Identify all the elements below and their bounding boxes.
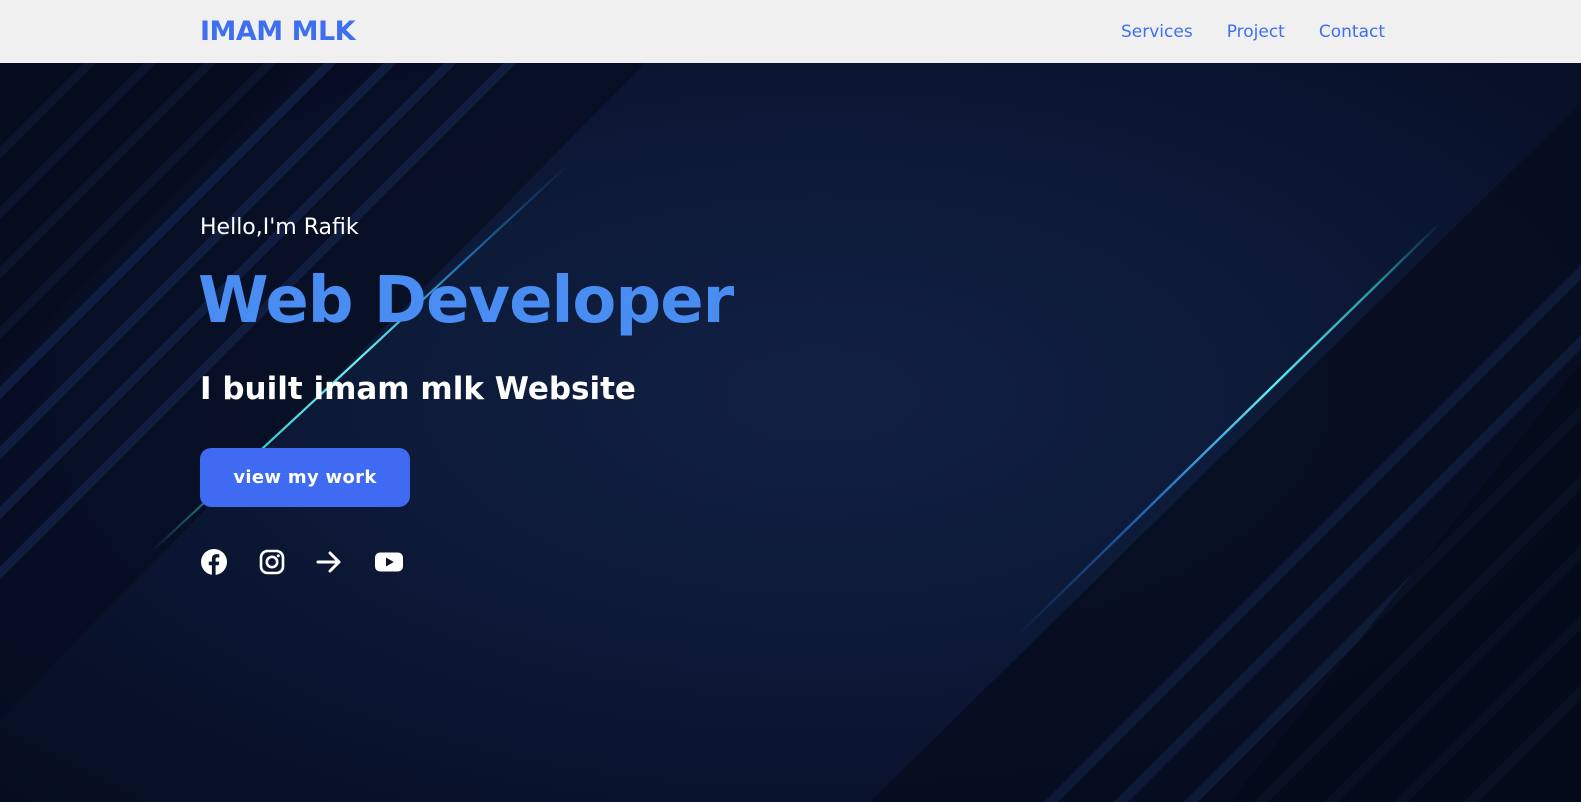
nav-link-project[interactable]: Project	[1227, 22, 1285, 42]
nav-link-services[interactable]: Services	[1121, 22, 1193, 42]
hero-content: Hello,I'm Rafik Web Developer I built im…	[198, 63, 900, 802]
hero-section: Hello,I'm Rafik Web Developer I built im…	[0, 63, 1581, 802]
navbar: IMAM MLK Services Project Contact	[0, 0, 1581, 63]
youtube-icon[interactable]	[374, 547, 404, 577]
hero-tagline: I built imam mlk Website	[200, 371, 636, 407]
site-logo[interactable]: IMAM MLK	[200, 16, 356, 47]
arrow-right-icon[interactable]	[314, 547, 344, 577]
nav-menu: Services Project Contact	[1121, 22, 1385, 42]
view-my-work-button[interactable]: view my work	[200, 448, 410, 507]
hero-title: Web Developer	[198, 264, 734, 338]
social-links	[200, 547, 404, 577]
nav-link-contact[interactable]: Contact	[1319, 22, 1385, 42]
greeting-text: Hello,I'm Rafik	[200, 215, 359, 240]
instagram-icon[interactable]	[257, 547, 287, 577]
facebook-icon[interactable]	[199, 547, 229, 577]
